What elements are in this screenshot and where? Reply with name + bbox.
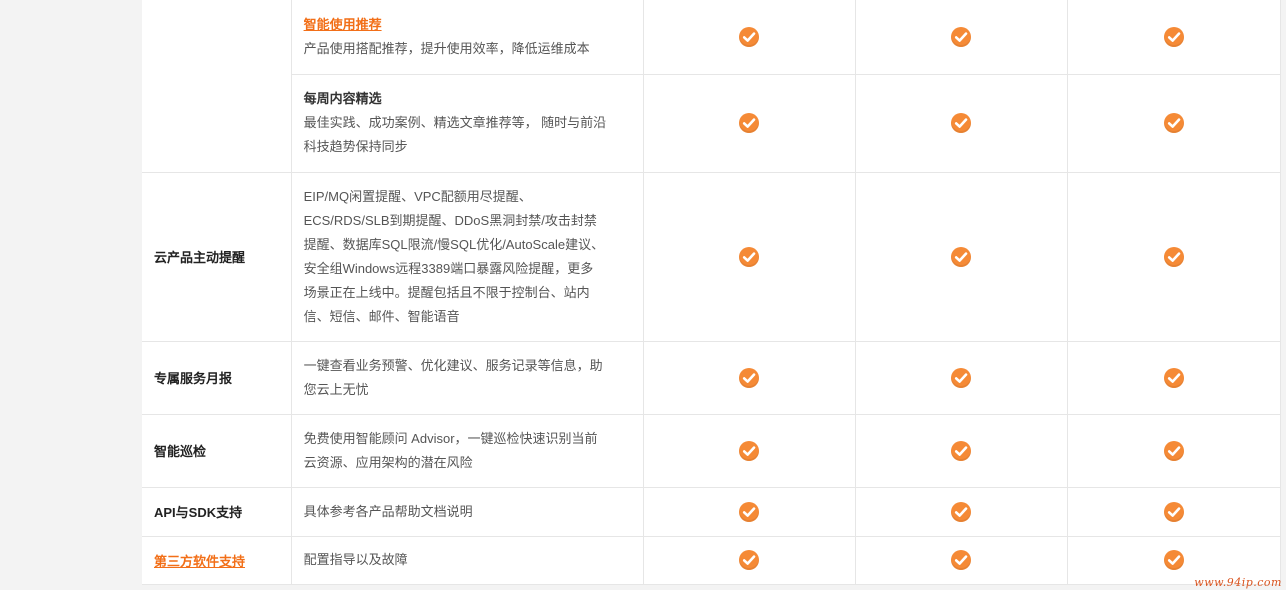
description-line: 云资源、应用架构的潜在风险	[303, 454, 473, 470]
tier-2-cell	[854, 171, 1068, 342]
feature-title: 每周内容精选	[303, 91, 382, 106]
check-circle-icon	[1163, 367, 1184, 388]
description-line: 场景正在上线中。提醒包括且不限于控制台、站内	[303, 284, 590, 300]
feature-description: EIP/MQ闲置提醒、VPC配额用尽提醒、 ECS/RDS/SLB到期提醒、DD…	[290, 171, 644, 342]
check-circle-icon	[739, 113, 760, 133]
check-circle-icon	[1163, 26, 1184, 47]
tier-1-cell	[642, 340, 856, 415]
feature-table: 智能使用推荐 产品使用搭配推荐，提升使用效率，降低运维成本 每周内容精选 最佳实…	[142, 0, 1282, 585]
description-line: EIP/MQ闲置提醒、VPC配额用尽提醒、	[303, 188, 532, 204]
tier-3-cell	[1066, 171, 1282, 342]
description-line: 配置指导以及故障	[303, 552, 408, 567]
tier-1-cell	[642, 73, 856, 173]
table-row: 每周内容精选 最佳实践、成功案例、精选文章推荐等， 随时与前沿 科技趋势保持同步	[142, 73, 1282, 173]
category-link[interactable]: 第三方软件支持	[154, 554, 245, 569]
check-circle-icon	[1163, 246, 1184, 267]
check-circle-icon	[739, 501, 760, 522]
table-row: 云产品主动提醒 EIP/MQ闲置提醒、VPC配额用尽提醒、 ECS/RDS/SL…	[142, 171, 1282, 342]
table-row: 第三方软件支持 配置指导以及故障	[142, 535, 1282, 585]
feature-title-link[interactable]: 智能使用推荐	[304, 13, 631, 37]
check-circle-icon	[951, 26, 972, 47]
description-line: 具体参考各产品帮助文档说明	[303, 503, 473, 519]
tier-3-cell	[1066, 0, 1282, 75]
category-label: API与SDK支持	[142, 486, 292, 537]
check-circle-icon	[1163, 113, 1184, 133]
check-circle-icon	[951, 246, 972, 267]
feature-description: 具体参考各产品帮助文档说明	[290, 486, 644, 537]
tier-3-cell	[1066, 340, 1282, 415]
category-label: 专属服务月报	[142, 340, 292, 415]
tier-1-cell	[642, 535, 856, 585]
check-circle-icon	[951, 113, 972, 133]
tier-1-cell	[642, 486, 856, 537]
check-circle-icon	[951, 501, 972, 522]
right-gutter	[1281, 0, 1286, 590]
tier-2-cell	[854, 413, 1068, 488]
table-row: 专属服务月报 一键查看业务预警、优化建议、服务记录等信息，助 您云上无忧	[142, 340, 1282, 415]
check-circle-icon	[739, 367, 760, 388]
tier-3-cell	[1066, 413, 1282, 488]
feature-description: 智能使用推荐 产品使用搭配推荐，提升使用效率，降低运维成本	[290, 0, 644, 75]
description-line: 科技趋势保持同步	[303, 139, 408, 154]
feature-description: 一键查看业务预警、优化建议、服务记录等信息，助 您云上无忧	[290, 340, 644, 415]
category-cell	[142, 0, 292, 173]
description-line: 产品使用搭配推荐，提升使用效率，降低运维成本	[303, 40, 590, 56]
feature-comparison-panel: 智能使用推荐 产品使用搭配推荐，提升使用效率，降低运维成本 每周内容精选 最佳实…	[142, 0, 1282, 585]
table-row: API与SDK支持 具体参考各产品帮助文档说明	[142, 486, 1282, 537]
description-line: 安全组Windows远程3389端口暴露风险提醒，更多	[303, 260, 594, 276]
description-line: 您云上无忧	[303, 381, 369, 397]
category-label: 智能巡检	[142, 413, 292, 488]
description-line: 提醒、数据库SQL限流/慢SQL优化/AutoScale建议、	[303, 236, 605, 252]
tier-1-cell	[642, 413, 856, 488]
watermark: www.94ip.com	[1194, 576, 1282, 589]
category-label: 云产品主动提醒	[142, 171, 292, 342]
tier-3-cell	[1066, 73, 1282, 173]
check-circle-icon	[951, 440, 972, 461]
feature-description: 免费使用智能顾问 Advisor，一键巡检快速识别当前 云资源、应用架构的潜在风…	[290, 413, 644, 488]
check-circle-icon	[1163, 440, 1184, 461]
tier-1-cell	[642, 171, 856, 342]
category-cell: 第三方软件支持	[142, 535, 292, 585]
tier-2-cell	[854, 486, 1068, 537]
tier-1-cell	[642, 0, 856, 75]
feature-description: 每周内容精选 最佳实践、成功案例、精选文章推荐等， 随时与前沿 科技趋势保持同步	[290, 73, 644, 173]
check-circle-icon	[951, 367, 972, 388]
description-line: 一键查看业务预警、优化建议、服务记录等信息，助	[303, 357, 603, 373]
check-circle-icon	[739, 246, 760, 267]
check-circle-icon	[739, 26, 760, 47]
description-line: 最佳实践、成功案例、精选文章推荐等， 随时与前沿	[303, 115, 607, 130]
check-circle-icon	[1163, 550, 1184, 570]
check-circle-icon	[739, 440, 760, 461]
check-circle-icon	[739, 550, 760, 570]
tier-2-cell	[854, 0, 1068, 75]
tier-2-cell	[854, 535, 1068, 585]
tier-3-cell	[1066, 486, 1282, 537]
tier-2-cell	[854, 73, 1068, 173]
table-row: 智能使用推荐 产品使用搭配推荐，提升使用效率，降低运维成本	[142, 0, 1282, 173]
description-line: 信、短信、邮件、智能语音	[303, 308, 460, 324]
table-row: 智能巡检 免费使用智能顾问 Advisor，一键巡检快速识别当前 云资源、应用架…	[142, 413, 1282, 488]
check-circle-icon	[951, 550, 972, 570]
tier-2-cell	[854, 340, 1068, 415]
check-circle-icon	[1163, 501, 1184, 522]
feature-description: 配置指导以及故障	[290, 535, 644, 585]
description-line: 免费使用智能顾问 Advisor，一键巡检快速识别当前	[303, 430, 598, 446]
description-line: ECS/RDS/SLB到期提醒、DDoS黑洞封禁/攻击封禁	[303, 212, 597, 228]
